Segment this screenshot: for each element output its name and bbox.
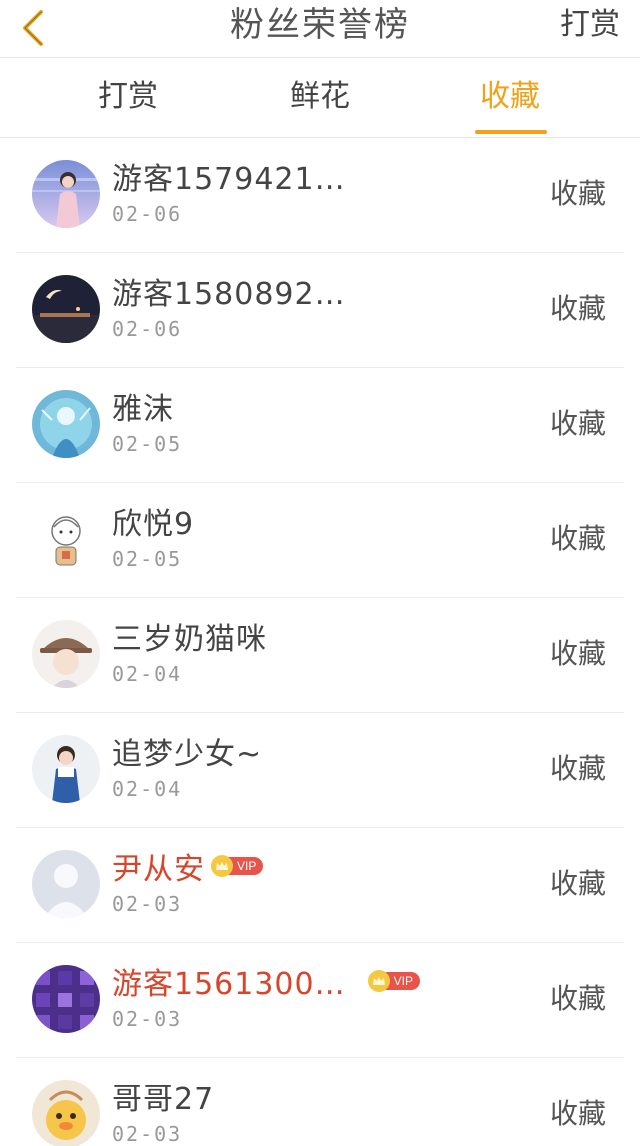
- avatar[interactable]: [32, 620, 100, 688]
- name-line: 追梦少女~: [112, 731, 263, 772]
- name-line: 雅沫: [112, 386, 174, 427]
- action-label: 收藏: [549, 982, 606, 1015]
- action-label: 收藏: [549, 292, 606, 325]
- action-label: 收藏: [549, 407, 606, 440]
- date-label: 02-06: [112, 202, 183, 226]
- reward-link[interactable]: 打赏: [560, 0, 620, 50]
- date-label: 02-05: [112, 432, 183, 456]
- active-tab-indicator: [475, 130, 547, 134]
- date-label: 02-03: [112, 1122, 183, 1146]
- vip-badge: VIP: [211, 855, 264, 877]
- user-name: 追梦少女~: [112, 737, 263, 772]
- list-item[interactable]: 哥哥27 02-03 收藏: [16, 1058, 624, 1146]
- list-item[interactable]: 游客1580892… 02-06 收藏: [16, 253, 624, 368]
- fan-list: 游客1579421… 02-06 收藏 游客1580892… 02-06 收藏: [0, 138, 640, 1146]
- date-label: 02-06: [112, 317, 183, 341]
- tab-flowers[interactable]: 鲜花: [250, 58, 390, 138]
- tab-collect[interactable]: 收藏: [440, 58, 580, 138]
- crown-icon: [211, 855, 233, 877]
- name-line: 游客1580892…: [112, 271, 346, 312]
- list-item[interactable]: 游客1561300… VIP 02-03 收藏: [16, 943, 624, 1058]
- list-item[interactable]: 追梦少女~ 02-04 收藏: [16, 713, 624, 828]
- date-label: 02-03: [112, 892, 183, 916]
- action-label: 收藏: [549, 752, 606, 785]
- date-label: 02-05: [112, 547, 183, 571]
- user-name: 尹从安: [112, 852, 205, 887]
- top-bar: 粉丝荣誉榜 打赏: [0, 0, 640, 58]
- avatar[interactable]: [32, 275, 100, 343]
- action-label: 收藏: [549, 1097, 606, 1130]
- avatar[interactable]: [32, 505, 100, 573]
- name-line: 哥哥27: [112, 1076, 215, 1117]
- name-line: 游客1579421…: [112, 156, 346, 197]
- user-name: 游客1561300…: [112, 967, 346, 1002]
- name-line: 三岁奶猫咪: [112, 616, 267, 657]
- user-name: 哥哥27: [112, 1082, 215, 1117]
- user-name: 雅沫: [112, 392, 174, 427]
- avatar[interactable]: [32, 965, 100, 1033]
- tab-reward[interactable]: 打赏: [58, 58, 198, 138]
- list-item[interactable]: 欣悦9 02-05 收藏: [16, 483, 624, 598]
- user-name: 欣悦9: [112, 507, 195, 542]
- avatar[interactable]: [32, 850, 100, 918]
- list-item[interactable]: 三岁奶猫咪 02-04 收藏: [16, 598, 624, 713]
- tab-label: 收藏: [480, 79, 540, 114]
- date-label: 02-04: [112, 777, 183, 801]
- tab-label: 打赏: [98, 79, 158, 114]
- user-name: 游客1579421…: [112, 162, 346, 197]
- avatar[interactable]: [32, 735, 100, 803]
- user-name: 游客1580892…: [112, 277, 346, 312]
- list-item[interactable]: 雅沫 02-05 收藏: [16, 368, 624, 483]
- name-line: 尹从安 VIP: [112, 846, 264, 887]
- date-label: 02-04: [112, 662, 183, 686]
- name-line: 欣悦9: [112, 501, 195, 542]
- user-name: 三岁奶猫咪: [112, 622, 267, 657]
- action-label: 收藏: [549, 522, 606, 555]
- date-label: 02-03: [112, 1007, 183, 1031]
- action-label: 收藏: [549, 177, 606, 210]
- avatar[interactable]: [32, 390, 100, 458]
- crown-icon: [367, 970, 390, 992]
- action-label: 收藏: [549, 867, 606, 900]
- avatar[interactable]: [32, 1080, 100, 1146]
- list-item[interactable]: 游客1579421… 02-06 收藏: [16, 138, 624, 253]
- action-label: 收藏: [549, 637, 606, 670]
- vip-badge: VIP: [367, 970, 420, 992]
- name-line: 游客1561300… VIP: [112, 961, 420, 1002]
- tab-bar: 打赏 鲜花 收藏: [0, 58, 640, 138]
- tab-label: 鲜花: [290, 79, 350, 114]
- list-item[interactable]: 尹从安 VIP 02-03 收藏: [16, 828, 624, 943]
- avatar[interactable]: [32, 160, 100, 228]
- page-title: 粉丝荣誉榜: [230, 5, 410, 45]
